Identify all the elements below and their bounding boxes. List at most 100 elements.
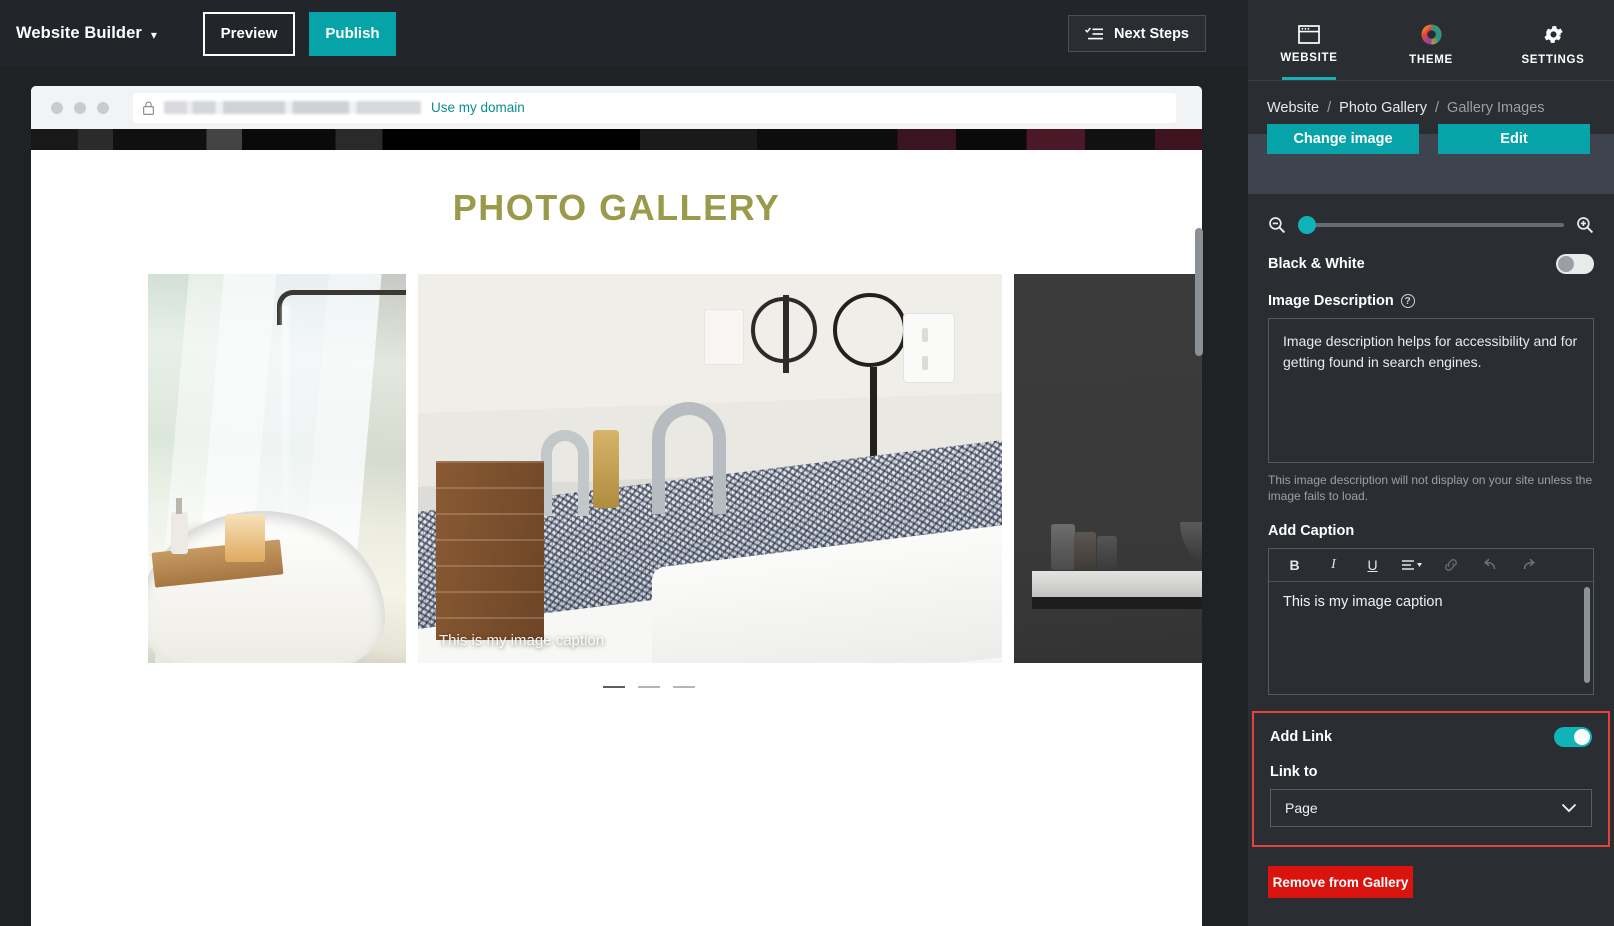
carousel-dot-3[interactable] [673, 686, 695, 688]
site-url-redacted [164, 101, 421, 114]
page-title: PHOTO GALLERY [452, 187, 781, 228]
editor-sidebar: WEBSITE THEME SETTINGS Website / Photo G… [1248, 0, 1614, 926]
bottle-shape-1 [1050, 523, 1075, 570]
color-wheel-icon [1420, 23, 1443, 46]
link-icon[interactable] [1431, 550, 1470, 581]
carousel-dot-2[interactable] [638, 686, 660, 688]
faucet-shape [277, 289, 406, 325]
browser-chrome: Use my domain [31, 86, 1202, 129]
caption-input-value: This is my image caption [1283, 594, 1443, 610]
tab-website[interactable]: WEBSITE [1248, 0, 1370, 80]
window-dot-red [51, 101, 63, 114]
preview-button[interactable]: Preview [203, 11, 296, 56]
wall-outlet-shape-1 [902, 312, 955, 383]
image-description-input[interactable]: Image description helps for accessibilit… [1268, 318, 1594, 463]
link-to-select[interactable]: Page [1270, 789, 1592, 827]
faucet-handle-shape [540, 429, 589, 516]
next-steps-label: Next Steps [1114, 25, 1189, 42]
bottle-shape-3 [1096, 535, 1117, 570]
browser-window-icon [1298, 24, 1320, 44]
tab-theme[interactable]: THEME [1370, 0, 1492, 80]
sidebar-tabs: WEBSITE THEME SETTINGS [1248, 0, 1614, 80]
site-header-banner [31, 129, 1202, 150]
redo-icon[interactable] [1509, 550, 1548, 581]
gallery-image-1[interactable] [148, 274, 406, 663]
add-link-toggle[interactable] [1554, 727, 1592, 747]
black-and-white-toggle[interactable] [1556, 254, 1594, 274]
address-bar[interactable]: Use my domain [133, 92, 1176, 123]
gallery-image-3[interactable] [1014, 274, 1202, 663]
black-and-white-label: Black & White [1268, 256, 1365, 272]
add-caption-header: Add Caption [1268, 523, 1594, 539]
wall-outlet-shape-2 [704, 309, 745, 365]
preview-canvas: Use my domain PHOTO GALLERY This is my i… [0, 67, 1248, 926]
align-icon[interactable] [1392, 550, 1431, 581]
image-description-section: Image Description ? Image description he… [1248, 293, 1614, 504]
caption-toolbar: B I U [1269, 549, 1593, 582]
caption-rich-text-editor: B I U This is my image caption [1268, 548, 1594, 695]
caption-section: Add Caption B I U This is my image capti… [1248, 523, 1614, 695]
breadcrumb-current: Gallery Images [1447, 100, 1545, 116]
next-steps-button[interactable]: Next Steps [1068, 15, 1206, 52]
website-builder-app: Website Builder ▾ Preview Publish Next S… [0, 0, 1614, 926]
top-toolbar: Website Builder ▾ Preview Publish Next S… [0, 0, 1248, 67]
bold-icon[interactable]: B [1275, 550, 1314, 581]
globe-decor-shape-2 [832, 293, 907, 466]
image-description-label: Image Description [1268, 293, 1394, 309]
brand-label: Website Builder [16, 24, 142, 42]
soap-bottle-shape [171, 498, 189, 555]
image-actions-panel: Change image Edit [1248, 124, 1614, 194]
add-link-label: Add Link [1270, 729, 1333, 745]
add-caption-label: Add Caption [1268, 523, 1355, 539]
chevron-down-icon: ▾ [150, 27, 158, 42]
link-to-label: Link to [1270, 764, 1318, 780]
tab-settings-label: SETTINGS [1521, 53, 1585, 66]
gear-icon [1542, 23, 1565, 46]
photo-gallery: This is my image caption [31, 274, 1202, 663]
wood-box-shape [435, 460, 544, 640]
caption-input[interactable]: This is my image caption [1269, 582, 1593, 694]
canvas-scrollbar[interactable] [1195, 228, 1203, 356]
underline-icon[interactable]: U [1353, 550, 1392, 581]
candle-shape [225, 513, 266, 562]
chevron-down-icon [1561, 803, 1577, 813]
carousel-indicators[interactable] [31, 686, 1202, 688]
water-stream-shape [282, 305, 290, 547]
browser-preview-frame: Use my domain PHOTO GALLERY This is my i… [31, 86, 1202, 926]
faucet-tap-shape [651, 402, 726, 515]
edit-image-button[interactable]: Edit [1438, 124, 1590, 154]
black-and-white-row: Black & White [1248, 246, 1614, 274]
lock-icon [143, 101, 154, 115]
link-to-selected-value: Page [1285, 800, 1318, 816]
breadcrumb-sep-1: / [1327, 100, 1332, 116]
use-my-domain-link[interactable]: Use my domain [431, 100, 525, 115]
gallery-image-2-selected[interactable]: This is my image caption [418, 274, 1002, 663]
checklist-icon [1085, 27, 1104, 41]
window-dot-yellow [74, 101, 86, 114]
site-page-body: PHOTO GALLERY This is my image caption [31, 150, 1202, 926]
breadcrumb-website[interactable]: Website [1267, 100, 1319, 116]
zoom-slider-track[interactable] [1298, 216, 1564, 234]
window-controls [51, 101, 109, 114]
caption-scrollbar[interactable] [1584, 587, 1590, 683]
brand-menu[interactable]: Website Builder ▾ [16, 24, 157, 43]
italic-icon[interactable]: I [1314, 550, 1353, 581]
question-mark-icon[interactable]: ? [1400, 294, 1415, 308]
breadcrumb-photo-gallery[interactable]: Photo Gallery [1339, 100, 1427, 116]
globe-decor-shape-1 [750, 295, 817, 374]
remove-from-gallery-button[interactable]: Remove from Gallery [1268, 866, 1413, 898]
add-link-highlight-block: Add Link Link to Page [1252, 711, 1610, 847]
zoom-out-icon[interactable] [1268, 216, 1286, 234]
zoom-in-icon[interactable] [1576, 216, 1594, 234]
undo-icon[interactable] [1470, 550, 1509, 581]
tab-theme-label: THEME [1409, 53, 1453, 66]
change-image-button[interactable]: Change image [1267, 124, 1419, 154]
gallery-image-caption: This is my image caption [439, 632, 605, 649]
image-description-helper-text: This image description will not display … [1268, 473, 1593, 503]
tab-settings[interactable]: SETTINGS [1492, 0, 1614, 80]
carousel-dot-1[interactable] [603, 686, 625, 688]
marble-shelf-shape [1032, 570, 1202, 609]
publish-button[interactable]: Publish [309, 11, 397, 56]
zoom-slider-handle[interactable] [1298, 216, 1316, 234]
soap-dispenser-shape [593, 429, 620, 508]
